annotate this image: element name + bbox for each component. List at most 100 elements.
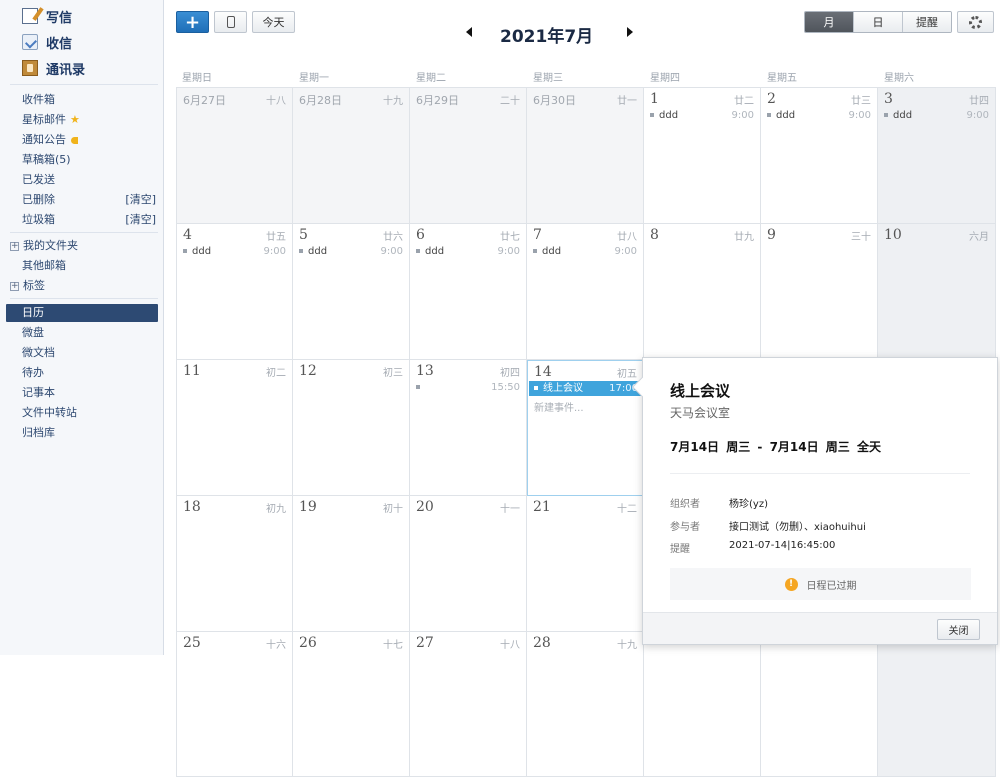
day-cell[interactable]: 12 初三 — [293, 360, 410, 496]
folder-drafts[interactable]: 草稿箱(5) — [22, 151, 158, 169]
event-title: ddd — [308, 246, 328, 257]
day-cell[interactable]: 6月28日 十九 — [293, 87, 410, 224]
view-reminder-button[interactable]: 提醒 — [902, 12, 951, 32]
app-disk[interactable]: 微盘 — [22, 324, 158, 342]
folder-inbox[interactable]: 收件箱 — [22, 91, 158, 109]
contacts-link[interactable]: 通讯录 — [22, 58, 85, 78]
contacts-icon — [22, 60, 38, 76]
day-number: 25 — [183, 635, 201, 651]
new-event-link[interactable]: 新建事件... — [534, 399, 584, 414]
folder-sent[interactable]: 已发送 — [22, 171, 158, 189]
empty-spam-link[interactable]: [清空] — [125, 211, 156, 229]
day-cell[interactable]: 1 廿二 ddd 9:00 — [644, 87, 761, 224]
day-cell[interactable]: 27 十八 — [410, 632, 527, 777]
day-cell[interactable]: 19 初十 — [293, 496, 410, 632]
day-cell[interactable]: 8 廿九 — [644, 224, 761, 360]
calendar-event[interactable]: ddd 9:00 — [416, 246, 520, 260]
day-number: 4 — [183, 227, 192, 243]
contacts-label: 通讯录 — [46, 62, 86, 78]
folder-deleted[interactable]: 已删除 [清空] — [22, 191, 158, 209]
weekday-label: 星期五 — [767, 73, 797, 84]
calendar-event[interactable]: ddd 9:00 — [767, 110, 871, 124]
day-number: 14 — [534, 364, 552, 380]
prev-month-icon[interactable] — [466, 27, 472, 37]
app-file-transfer[interactable]: 文件中转站 — [22, 404, 158, 422]
mobile-button[interactable] — [214, 11, 247, 33]
organizer-label: 组织者 — [670, 499, 700, 510]
lunar-date: 十八 — [266, 96, 286, 107]
lunar-date: 初十 — [383, 504, 403, 515]
day-cell[interactable]: 28 十九 — [527, 632, 644, 777]
day-cell[interactable]: 6月29日 二十 — [410, 87, 527, 224]
folder-spam[interactable]: 垃圾箱 [清空] — [22, 211, 158, 229]
tree-tags-label: 标签 — [23, 279, 45, 292]
day-cell[interactable]: 7 廿八 ddd 9:00 — [527, 224, 644, 360]
calendar-event[interactable]: ddd 9:00 — [533, 246, 637, 260]
calendar-event[interactable]: ddd 9:00 — [884, 110, 989, 124]
day-cell[interactable]: 13 初四 15:50 — [410, 360, 527, 496]
today-button[interactable]: 今天 — [252, 11, 295, 33]
day-number: 13 — [416, 363, 434, 379]
day-cell[interactable] — [644, 632, 761, 777]
day-cell[interactable]: 11 初二 — [176, 360, 293, 496]
tree-tags[interactable]: + 标签 — [10, 277, 146, 295]
calendar-event[interactable]: ddd 9:00 — [650, 110, 754, 124]
day-cell[interactable]: 26 十七 — [293, 632, 410, 777]
event-bullet-icon — [299, 249, 303, 253]
folder-starred[interactable]: 星标邮件 ★ — [22, 111, 158, 129]
app-todo[interactable]: 待办 — [22, 364, 158, 382]
inbox-link[interactable]: 收信 — [22, 32, 72, 52]
compose-link[interactable]: 写信 — [22, 6, 72, 26]
day-cell[interactable]: 20 十一 — [410, 496, 527, 632]
compose-icon — [22, 8, 38, 24]
calendar-event[interactable]: 线上会议 17:00 — [529, 381, 642, 396]
lunar-date: 廿四 — [969, 96, 989, 107]
next-month-icon[interactable] — [627, 27, 633, 37]
tree-other-mailboxes[interactable]: 其他邮箱 — [22, 257, 158, 275]
app-notes[interactable]: 记事本 — [22, 384, 158, 402]
weekday-label: 星期日 — [182, 73, 212, 84]
day-number: 1 — [650, 91, 659, 107]
settings-button[interactable] — [957, 11, 994, 33]
weekday-label: 星期三 — [533, 73, 563, 84]
empty-deleted-link[interactable]: [清空] — [125, 191, 156, 209]
close-button[interactable]: 关闭 — [937, 619, 980, 640]
day-cell[interactable]: 9 三十 — [761, 224, 878, 360]
day-cell[interactable]: 14 初五 线上会议 17:00 新建事件... — [527, 360, 644, 496]
day-cell[interactable]: 21 十二 — [527, 496, 644, 632]
day-cell[interactable]: 6月30日 廿一 — [527, 87, 644, 224]
day-cell[interactable]: 6 廿七 ddd 9:00 — [410, 224, 527, 360]
weekday-label: 星期六 — [884, 73, 914, 84]
day-cell[interactable]: 25 十六 — [176, 632, 293, 777]
expand-icon[interactable]: + — [10, 281, 19, 291]
calendar-event[interactable]: ddd 9:00 — [183, 246, 286, 260]
folder-announcements[interactable]: 通知公告 — [22, 131, 158, 149]
day-cell[interactable]: 18 初九 — [176, 496, 293, 632]
day-cell[interactable] — [878, 632, 996, 777]
event-bullet-icon — [650, 113, 654, 117]
add-event-button[interactable]: + — [176, 11, 209, 33]
calendar-event[interactable]: 15:50 — [416, 382, 520, 396]
tree-my-folders[interactable]: + 我的文件夹 — [10, 237, 146, 255]
lunar-date: 廿八 — [617, 232, 637, 243]
day-cell[interactable]: 6月27日 十八 — [176, 87, 293, 224]
day-cell[interactable]: 5 廿六 ddd 9:00 — [293, 224, 410, 360]
calendar-event[interactable]: ddd 9:00 — [299, 246, 403, 260]
day-number: 2 — [767, 91, 776, 107]
event-time: 15:50 — [491, 382, 520, 393]
day-cell[interactable]: 4 廿五 ddd 9:00 — [176, 224, 293, 360]
view-day-button[interactable]: 日 — [853, 12, 902, 32]
day-cell[interactable]: 3 廿四 ddd 9:00 — [878, 87, 996, 224]
star-icon: ★ — [70, 113, 80, 126]
day-number: 18 — [183, 499, 201, 515]
day-cell[interactable] — [761, 632, 878, 777]
lunar-date: 初五 — [617, 369, 637, 380]
day-cell[interactable]: 10 六月 — [878, 224, 996, 360]
event-title: ddd — [659, 110, 679, 121]
app-calendar[interactable]: 日历 — [6, 304, 158, 322]
view-month-button[interactable]: 月 — [805, 12, 853, 32]
app-archive[interactable]: 归档库 — [22, 424, 158, 442]
app-docs[interactable]: 微文档 — [22, 344, 158, 362]
day-cell[interactable]: 2 廿三 ddd 9:00 — [761, 87, 878, 224]
expand-icon[interactable]: + — [10, 241, 19, 251]
